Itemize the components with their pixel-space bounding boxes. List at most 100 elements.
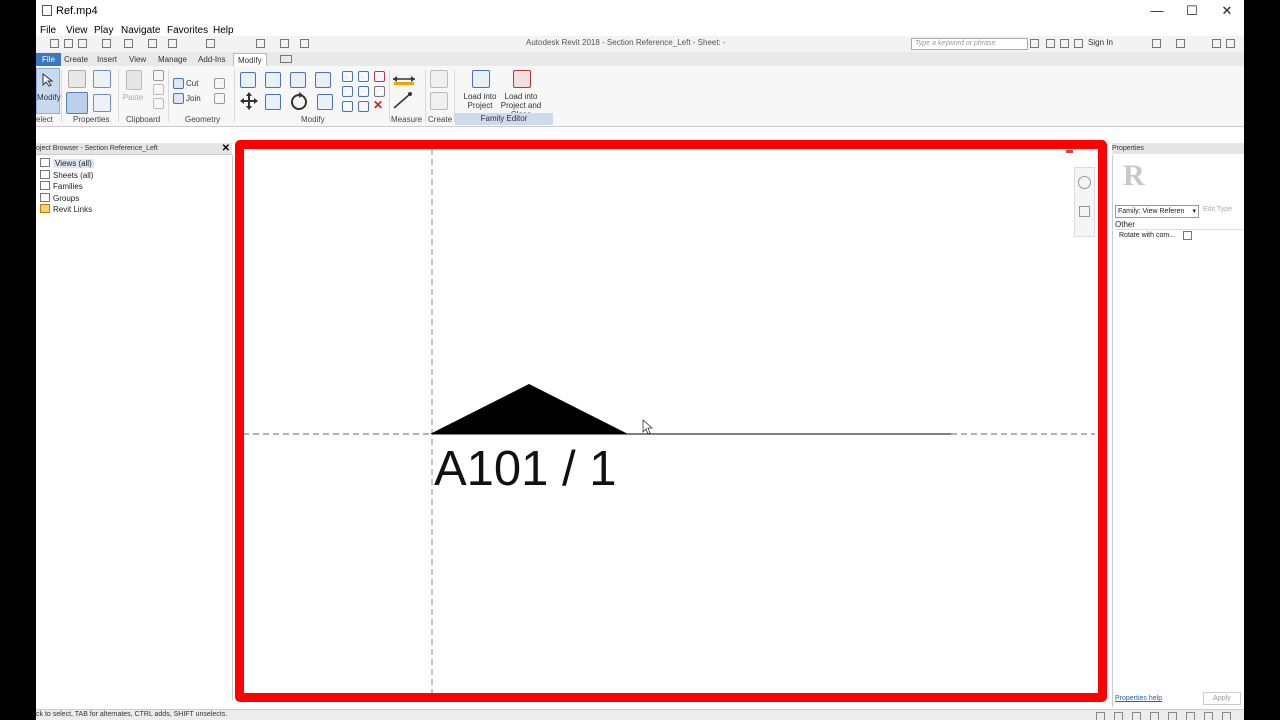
cart-icon[interactable] [1152, 39, 1161, 48]
menu-navigate[interactable]: Navigate [121, 25, 160, 36]
view-minimize-icon[interactable] [1066, 150, 1073, 153]
menu-view[interactable]: View [66, 25, 88, 36]
cut-small-icon[interactable] [153, 70, 164, 81]
undo-icon[interactable] [102, 39, 111, 48]
filter-icon[interactable] [1222, 712, 1231, 720]
tab-add-ins[interactable]: Add-Ins [194, 53, 230, 66]
help-icon[interactable] [1176, 39, 1185, 48]
join-geometry-icon[interactable] [173, 93, 184, 104]
tab-insert[interactable]: Insert [93, 53, 121, 66]
trim-multiple-icon[interactable] [358, 101, 369, 112]
tree-item-families[interactable]: Families [40, 181, 83, 191]
type-selector[interactable]: Family: View Referen ▾ [1115, 205, 1199, 218]
3d-view-icon[interactable] [256, 39, 265, 48]
menu-file[interactable]: File [40, 25, 56, 36]
open-icon[interactable] [50, 39, 59, 48]
sync-icon[interactable] [78, 39, 87, 48]
tab-create[interactable]: Create [60, 53, 92, 66]
trim-extend-icon[interactable] [317, 94, 333, 110]
offset-icon[interactable] [265, 72, 281, 88]
worksets-icon[interactable] [1096, 712, 1105, 720]
steering-wheel-icon[interactable] [1078, 176, 1091, 189]
zoom-icon[interactable] [1079, 206, 1090, 217]
minimize-button[interactable]: — [1142, 2, 1172, 20]
favorites-star-icon[interactable] [1060, 39, 1069, 48]
panel-separator [168, 70, 169, 122]
family-types-icon[interactable] [93, 94, 111, 112]
element-properties-icon[interactable] [66, 92, 88, 114]
print-icon[interactable] [148, 39, 157, 48]
select-by-face-icon[interactable] [1186, 712, 1195, 720]
mirror-draw-icon[interactable] [315, 72, 331, 88]
unpin-icon[interactable] [374, 71, 385, 82]
match-type-icon[interactable] [153, 98, 164, 109]
paste-icon[interactable] [126, 70, 142, 90]
design-options-icon[interactable] [1114, 712, 1123, 720]
apply-button[interactable]: Apply [1203, 692, 1241, 705]
tab-modify[interactable]: Modify [233, 53, 267, 67]
revit-minimize-icon[interactable] [1212, 39, 1221, 48]
measure-between-icon[interactable] [392, 72, 416, 86]
tree-item-sheets[interactable]: Sheets (all) [40, 170, 93, 180]
paint-icon[interactable] [214, 93, 225, 104]
thin-lines-icon[interactable] [280, 39, 289, 48]
search-input[interactable]: Type a keyword or phrase [911, 38, 1028, 50]
split-gap-icon[interactable] [358, 71, 369, 82]
copy-icon[interactable] [153, 84, 164, 95]
join-label[interactable]: Join [186, 94, 201, 103]
text-icon[interactable] [206, 39, 215, 48]
select-underlay-icon[interactable] [1150, 712, 1159, 720]
communication-icon[interactable] [1046, 39, 1055, 48]
measure-along-icon[interactable] [392, 92, 414, 110]
menu-play[interactable]: Play [94, 25, 113, 36]
rotate-icon[interactable] [290, 92, 308, 110]
revit-restore-icon[interactable] [1226, 39, 1235, 48]
switch-windows-icon[interactable] [300, 39, 309, 48]
mirror-axis-icon[interactable] [290, 72, 306, 88]
scale-icon[interactable] [358, 86, 369, 97]
app-window: Ref.mp4 — ☐ ✕ File View Play Navigate Fa… [36, 0, 1244, 720]
tree-item-revit-links[interactable]: Revit Links [40, 204, 92, 214]
user-icon[interactable] [1074, 39, 1083, 48]
trim-single-icon[interactable] [342, 101, 353, 112]
tab-manage[interactable]: Manage [154, 53, 191, 66]
menu-favorites[interactable]: Favorites [167, 25, 208, 36]
edit-type-button[interactable]: Edit Type [1203, 206, 1232, 213]
type-properties-icon[interactable] [93, 70, 111, 88]
select-pinned-icon[interactable] [1168, 712, 1177, 720]
copy-elements-icon[interactable] [265, 94, 281, 110]
sign-in-link[interactable]: Sign In [1088, 38, 1113, 47]
contextual-tab-dropdown-icon[interactable] [280, 55, 292, 63]
pin-icon[interactable] [374, 86, 385, 97]
project-browser-close-icon[interactable]: ✕ [222, 143, 230, 154]
tree-item-groups[interactable]: Groups [40, 193, 79, 203]
rotate-checkbox[interactable] [1183, 231, 1192, 240]
cut-label[interactable]: Cut [186, 79, 198, 88]
wall-joins-icon[interactable] [214, 78, 225, 89]
tree-item-views[interactable]: Views (all) [40, 158, 94, 168]
measure-icon[interactable] [168, 39, 177, 48]
tab-view[interactable]: View [125, 53, 150, 66]
maximize-button[interactable]: ☐ [1177, 2, 1207, 20]
select-links-icon[interactable] [1132, 712, 1141, 720]
delete-icon[interactable]: ✕ [373, 98, 383, 112]
close-button[interactable]: ✕ [1212, 2, 1242, 20]
move-icon[interactable] [240, 92, 258, 110]
create-similar-icon[interactable] [430, 70, 448, 88]
split-element-icon[interactable] [342, 71, 353, 82]
modify-tool-button[interactable]: Modify [36, 68, 61, 114]
binoculars-icon[interactable] [1030, 39, 1039, 48]
align-icon[interactable] [240, 72, 256, 88]
properties-icon[interactable] [68, 70, 86, 88]
drag-elements-icon[interactable] [1204, 712, 1213, 720]
cut-geometry-icon[interactable] [173, 78, 184, 89]
create-group-icon[interactable] [430, 92, 448, 110]
select-dropdown[interactable]: elect [36, 115, 53, 124]
tab-file[interactable]: File [36, 53, 61, 66]
array-icon[interactable] [342, 86, 353, 97]
menu-help[interactable]: Help [213, 25, 234, 36]
properties-help-link[interactable]: Properties help [1115, 695, 1162, 702]
load-into-project-and-close-button[interactable]: Load into Project and Close [490, 68, 552, 119]
redo-icon[interactable] [124, 39, 133, 48]
save-icon[interactable] [64, 39, 73, 48]
